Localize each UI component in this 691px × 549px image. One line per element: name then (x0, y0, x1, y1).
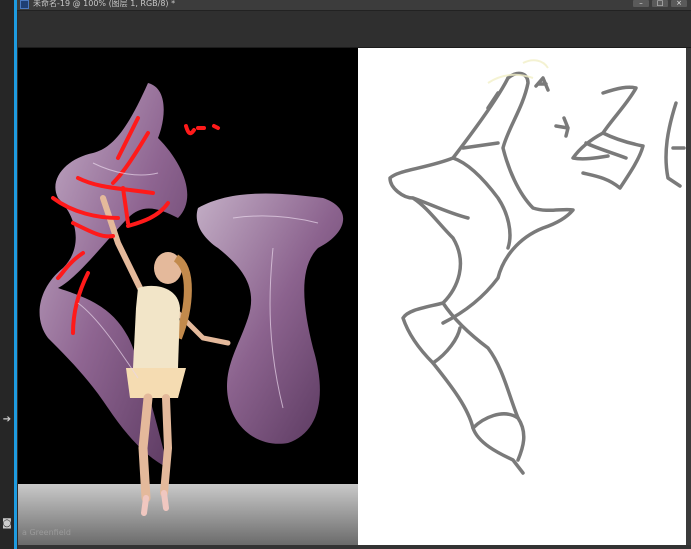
ps-icon (20, 0, 29, 9)
photo-credit: a Greenfield (22, 528, 71, 537)
options-bar (18, 11, 691, 48)
sketch-canvas[interactable] (358, 48, 686, 545)
red-annotations (51, 116, 220, 335)
panel-divider[interactable] (14, 0, 17, 549)
close-icon[interactable]: × (671, 0, 687, 7)
right-panel-edge (686, 48, 691, 549)
title-bar: 未命名-19 @ 100% (图层 1, RGB/8) * – □ × (0, 0, 691, 11)
document-title: 未命名-19 @ 100% (图层 1, RGB/8) * (33, 0, 176, 8)
camera-icon[interactable]: ◙ (0, 518, 14, 529)
maximize-icon[interactable]: □ (652, 0, 668, 7)
fabric-sketch (388, 59, 686, 475)
status-bar (18, 545, 691, 549)
window-controls: – □ × (633, 0, 691, 8)
dancer-illustration (18, 83, 358, 545)
minimize-icon[interactable]: – (633, 0, 649, 7)
arrow-right-icon[interactable]: ➔ (0, 414, 14, 425)
reference-photo[interactable]: a Greenfield (18, 48, 358, 545)
